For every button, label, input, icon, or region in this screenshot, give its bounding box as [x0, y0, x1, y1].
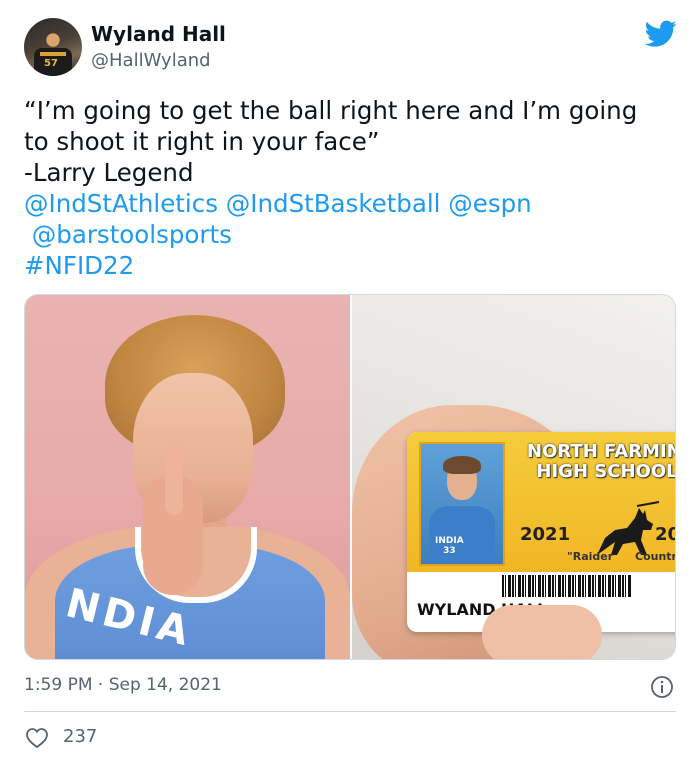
like-count[interactable]: 237: [63, 726, 97, 747]
mention-link[interactable]: @espn: [448, 189, 531, 218]
tweet-time: 1:59 PM: [24, 675, 93, 695]
card-year-cut: 20: [655, 524, 675, 545]
twitter-bird-icon[interactable]: [645, 20, 677, 48]
tweet-date: Sep 14, 2021: [108, 675, 222, 695]
mention-link[interactable]: @IndStBasketball: [226, 189, 441, 218]
card-school-name: NORTH FARMINGT HIGH SCHOOL: [527, 441, 676, 482]
hashtag-link[interactable]: #NFID22: [24, 251, 134, 280]
school-line: HIGH SCHOOL: [536, 461, 676, 482]
author-handle[interactable]: @HallWyland: [91, 50, 211, 71]
photo-larry-bird[interactable]: NDIA: [25, 295, 350, 659]
mention-link[interactable]: @barstoolsports: [32, 220, 232, 249]
portrait-hair: [443, 456, 481, 474]
tweet-text: “I’m going to get the ball right here an…: [24, 95, 674, 281]
barcode: [502, 575, 632, 597]
divider-line: [24, 711, 676, 712]
avatar-jersey-stripe: [40, 52, 66, 56]
portrait-jersey-text: INDIA 33: [435, 536, 464, 556]
school-line: NORTH FARMINGT: [527, 441, 675, 462]
info-icon[interactable]: [650, 675, 674, 699]
timestamp[interactable]: 1:59 PM · Sep 14, 2021: [24, 675, 222, 695]
heart-icon[interactable]: [25, 727, 49, 749]
tweet-card: 57 Wyland Hall @HallWyland “I’m going to…: [0, 0, 700, 764]
card-year: 2021: [520, 524, 571, 545]
photo-id-card[interactable]: INDIA 33 NORTH FARMINGT HIGH SCHOOL 2021…: [352, 295, 676, 659]
thumb: [482, 605, 602, 659]
media-container: NDIA INDIA 33 NORTH FARMINGT HIGH SCHOOL: [24, 294, 676, 660]
card-mascot: "Raider: [567, 550, 614, 563]
attribution: -Larry Legend: [24, 158, 194, 187]
card-portrait: INDIA 33: [419, 442, 505, 566]
student-id-card: INDIA 33 NORTH FARMINGT HIGH SCHOOL 2021…: [407, 432, 676, 632]
quote-line: “I’m going to get the ball right here an…: [24, 96, 638, 125]
mention-link[interactable]: @IndStAthletics: [24, 189, 218, 218]
author-name[interactable]: Wyland Hall: [91, 22, 226, 46]
shush-finger: [165, 445, 183, 515]
avatar[interactable]: 57: [24, 18, 82, 76]
quote-line: to shoot it right in your face”: [24, 127, 380, 156]
card-mascot-cut: Countr: [635, 550, 676, 563]
timestamp-separator: ·: [97, 675, 104, 695]
avatar-jersey-number: 57: [44, 58, 58, 69]
